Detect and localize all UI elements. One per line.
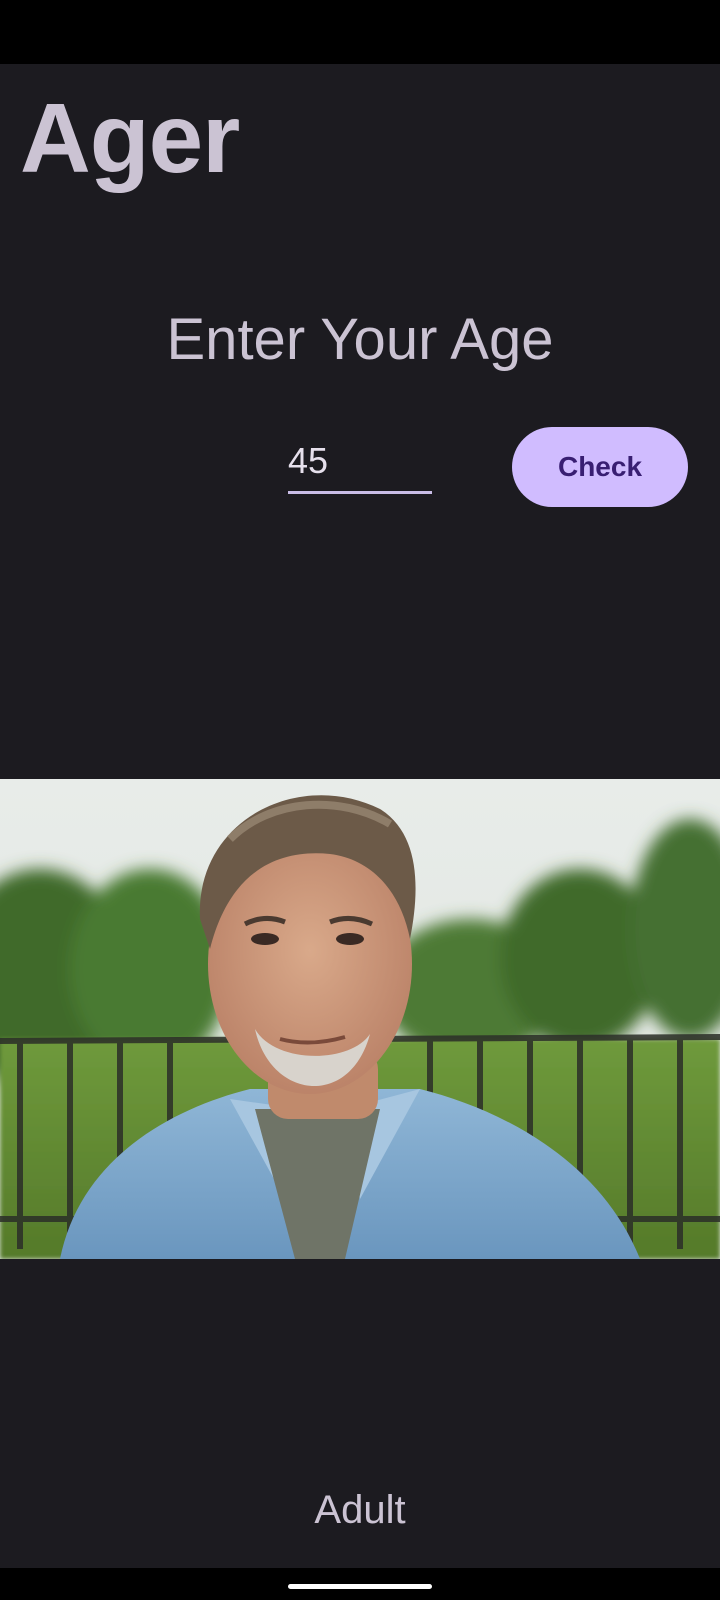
app-screen: Ager Enter Your Age Check [0,0,720,1600]
home-indicator[interactable] [288,1584,432,1589]
app-title: Ager [20,83,240,193]
age-prompt: Enter Your Age [166,307,554,372]
status-bar [0,0,720,64]
age-input[interactable] [288,430,432,494]
result-photo [0,779,720,1259]
check-button[interactable]: Check [512,427,688,507]
age-category-result: Adult [314,1488,406,1532]
